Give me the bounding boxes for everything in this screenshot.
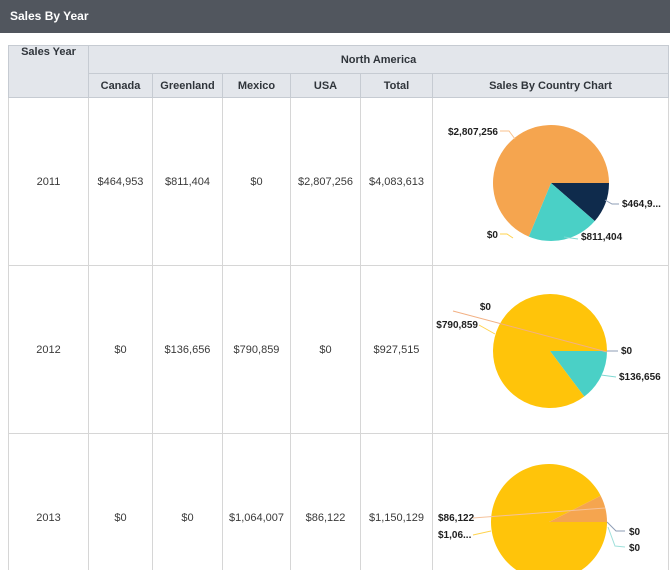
column-header-canada: Canada	[88, 73, 153, 98]
pie-label-canada: $464,9...	[622, 199, 661, 210]
pie-chart-2013: $0 $0 $1,06... $86,122	[433, 435, 667, 570]
pie-chart-svg-2011: $464,9... $811,404 $0 $2,807,256	[448, 124, 661, 243]
pie-leader-canada	[606, 521, 625, 531]
pie-label-greenland: $0	[629, 543, 641, 554]
pie-chart-cell-2012: $0 $136,656 $790,859 $0	[431, 265, 670, 434]
pie-label-greenland: $811,404	[581, 232, 623, 243]
page-title: Sales By Year	[10, 9, 89, 23]
mexico-value-cell: $0	[222, 97, 291, 266]
pie-label-usa: $2,807,256	[448, 127, 498, 138]
usa-value-cell: $86,122	[290, 433, 361, 570]
column-header-mexico: Mexico	[222, 73, 291, 98]
pie-leader-greenland	[607, 526, 626, 547]
pie-chart-svg-2013: $0 $0 $1,06... $86,122	[438, 463, 641, 570]
canada-value-cell: $0	[88, 265, 153, 434]
report-page: Sales By Year Sales Year North America C…	[0, 0, 670, 570]
column-header-row: Canada Greenland Mexico USA Total Sales …	[9, 73, 670, 98]
column-header-chart: Sales By Country Chart	[431, 73, 670, 98]
group-header-row: Sales Year North America	[8, 45, 670, 98]
pie-leader-greenland	[600, 374, 617, 377]
canada-value-cell: $464,953	[88, 97, 153, 266]
year-cell: 2013	[8, 433, 89, 570]
pie-leader-mexico	[472, 530, 492, 535]
corner-header: Sales Year	[8, 45, 89, 98]
usa-value-cell: $2,807,256	[290, 97, 361, 266]
pie-leader-usa	[500, 130, 516, 139]
pie-leader-mexico	[478, 324, 496, 334]
pie-label-mexico: $1,06...	[438, 530, 472, 541]
pie-label-canada: $0	[629, 527, 641, 538]
greenland-value-cell: $0	[152, 433, 223, 570]
column-header-total: Total	[360, 73, 433, 98]
pie-chart-cell-2011: $464,9... $811,404 $0 $2,807,256	[431, 97, 670, 266]
total-value-cell: $1,150,129	[360, 433, 433, 570]
year-cell: 2012	[8, 265, 89, 434]
usa-value-cell: $0	[290, 265, 361, 434]
pie-chart-2011: $464,9... $811,404 $0 $2,807,256	[433, 99, 667, 265]
pie-leader-mexico	[500, 233, 514, 238]
pie-label-mexico: $790,859	[436, 320, 478, 331]
table-row-2012: 2012 $0 $136,656 $790,859 $0 $927,515 $0…	[8, 265, 670, 434]
year-cell: 2011	[8, 97, 89, 266]
pie-chart-2012: $0 $136,656 $790,859 $0	[433, 267, 667, 433]
mexico-value-cell: $1,064,007	[222, 433, 291, 570]
greenland-value-cell: $136,656	[152, 265, 223, 434]
column-header-usa: USA	[290, 73, 361, 98]
total-value-cell: $4,083,613	[360, 97, 433, 266]
sales-report: Sales Year North America Canada Greenlan…	[8, 45, 670, 570]
pie-label-canada: $0	[621, 346, 633, 357]
pie-chart-cell-2013: $0 $0 $1,06... $86,122	[431, 433, 670, 570]
pie-label-usa: $0	[480, 302, 492, 313]
greenland-value-cell: $811,404	[152, 97, 223, 266]
group-header-north-america: North America	[87, 45, 670, 74]
mexico-value-cell: $790,859	[222, 265, 291, 434]
table-row-2013: 2013 $0 $0 $1,064,007 $86,122 $1,150,129…	[8, 433, 670, 570]
pie-leader-canada	[604, 199, 619, 204]
pie-label-greenland: $136,656	[619, 372, 661, 383]
total-value-cell: $927,515	[360, 265, 433, 434]
column-header-greenland: Greenland	[152, 73, 223, 98]
pie-label-mexico: $0	[487, 230, 499, 241]
pie-label-usa: $86,122	[438, 513, 475, 524]
title-bar: Sales By Year	[0, 0, 670, 33]
sales-table: Sales Year North America Canada Greenlan…	[8, 45, 670, 570]
table-row-2011: 2011 $464,953 $811,404 $0 $2,807,256 $4,…	[8, 97, 670, 266]
canada-value-cell: $0	[88, 433, 153, 570]
pie-chart-svg-2012: $0$136,656$790,859$0	[436, 293, 661, 408]
